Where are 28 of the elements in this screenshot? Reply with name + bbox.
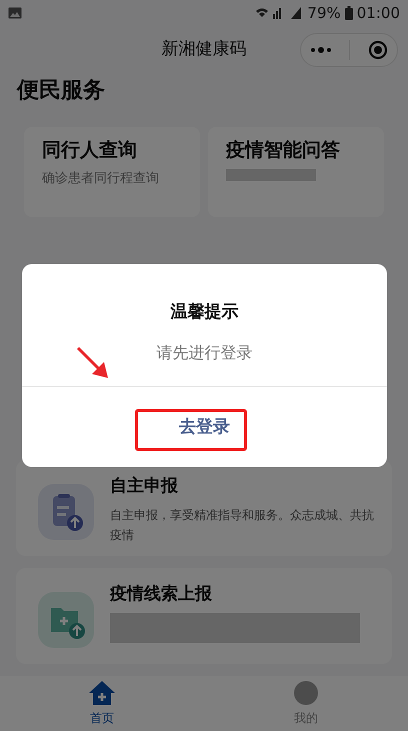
report-card[interactable]: 自主申报 自主申报，享受精准指导和服务。众志成城、共抗疫情 (16, 460, 392, 556)
signal-icons (255, 6, 304, 20)
card-title: 疫情智能问答 (226, 138, 341, 163)
tab-item[interactable]: 首页 (0, 676, 204, 731)
card-subtitle: 确诊患者同行程查询 (42, 170, 160, 187)
section-title: 便民服务 (17, 76, 106, 105)
page-title: 新湘健康码 (162, 38, 246, 60)
more-icon[interactable] (310, 47, 332, 54)
close-target-icon[interactable] (368, 40, 388, 60)
image-icon (8, 7, 22, 20)
login-button[interactable]: 去登录 (149, 407, 260, 446)
item-description: 自主申报，享受精准指导和服务。众志成城、共抗疫情 (110, 507, 375, 544)
profile-icon (292, 680, 320, 706)
clock: 01:00 (356, 4, 400, 22)
service-card[interactable]: 同行人查询 确诊患者同行程查询 (24, 126, 200, 217)
folder-upload-icon (38, 592, 94, 648)
capsule-menu[interactable] (300, 33, 398, 68)
dialog-title: 温馨提示 (170, 301, 238, 323)
item-title: 疫情线索上报 (110, 583, 213, 606)
battery-icon (344, 6, 353, 20)
battery-percent: 79% (307, 4, 341, 22)
home-icon (88, 680, 116, 706)
service-card[interactable]: 疫情智能问答 (208, 126, 384, 217)
clipboard-upload-icon (38, 484, 94, 540)
report-card[interactable]: 疫情线索上报 (16, 568, 392, 664)
dialog-message: 请先进行登录 (156, 343, 252, 364)
item-title: 自主申报 (110, 475, 179, 498)
card-title: 同行人查询 (42, 138, 138, 163)
